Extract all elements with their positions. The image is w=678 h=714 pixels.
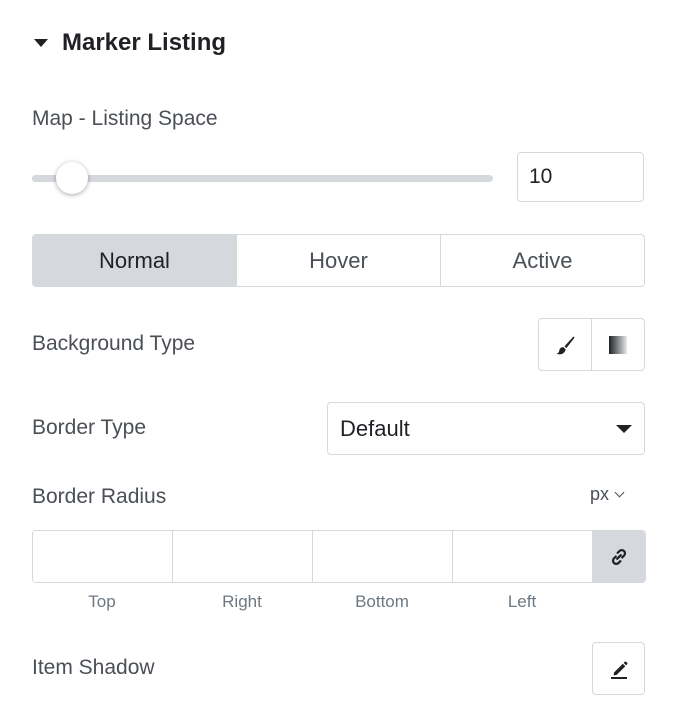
unit-switcher[interactable]: px (590, 484, 625, 505)
caret-down-icon (616, 424, 632, 433)
section-title: Marker Listing (62, 29, 227, 56)
section-toggle[interactable]: Marker Listing (34, 26, 226, 60)
border-type-value: Default (340, 415, 410, 441)
border-type-select[interactable]: Default (327, 402, 645, 455)
link-icon (611, 548, 627, 565)
link-values-button[interactable] (593, 531, 645, 582)
border-radius-bottom-input[interactable] (313, 531, 453, 582)
dim-label-right: Right (222, 592, 262, 611)
item-shadow-edit-button[interactable] (592, 642, 645, 695)
caret-down-icon (34, 39, 48, 47)
border-radius-left-input[interactable] (453, 531, 593, 582)
tab-normal[interactable]: Normal (33, 235, 237, 286)
listing-space-slider-handle[interactable] (56, 162, 88, 194)
tab-active[interactable]: Active (441, 235, 644, 286)
border-radius-label: Border Radius (32, 485, 167, 508)
border-radius-top-input[interactable] (33, 531, 173, 582)
item-shadow-label: Item Shadow (32, 656, 155, 679)
tab-hover[interactable]: Hover (237, 235, 441, 286)
state-tabs: Normal Hover Active (32, 234, 645, 287)
border-radius-dimensions (32, 530, 646, 583)
background-gradient-button[interactable] (591, 319, 644, 370)
listing-space-input[interactable] (517, 152, 644, 202)
brush-icon (556, 336, 575, 354)
listing-space-slider-track[interactable] (32, 175, 493, 182)
border-radius-right-input[interactable] (173, 531, 313, 582)
background-type-label: Background Type (32, 332, 196, 355)
unit-label: px (590, 484, 610, 504)
background-type-choices (538, 318, 645, 371)
pencil-icon (610, 661, 627, 679)
gradient-icon (609, 335, 627, 354)
border-type-label: Border Type (32, 416, 147, 439)
chevron-down-icon (614, 487, 625, 498)
dim-label-left: Left (507, 592, 537, 611)
listing-space-label: Map - Listing Space (32, 107, 218, 130)
dim-label-bottom: Bottom (355, 592, 409, 611)
dim-label-top: Top (88, 592, 116, 611)
background-classic-button[interactable] (539, 319, 591, 370)
